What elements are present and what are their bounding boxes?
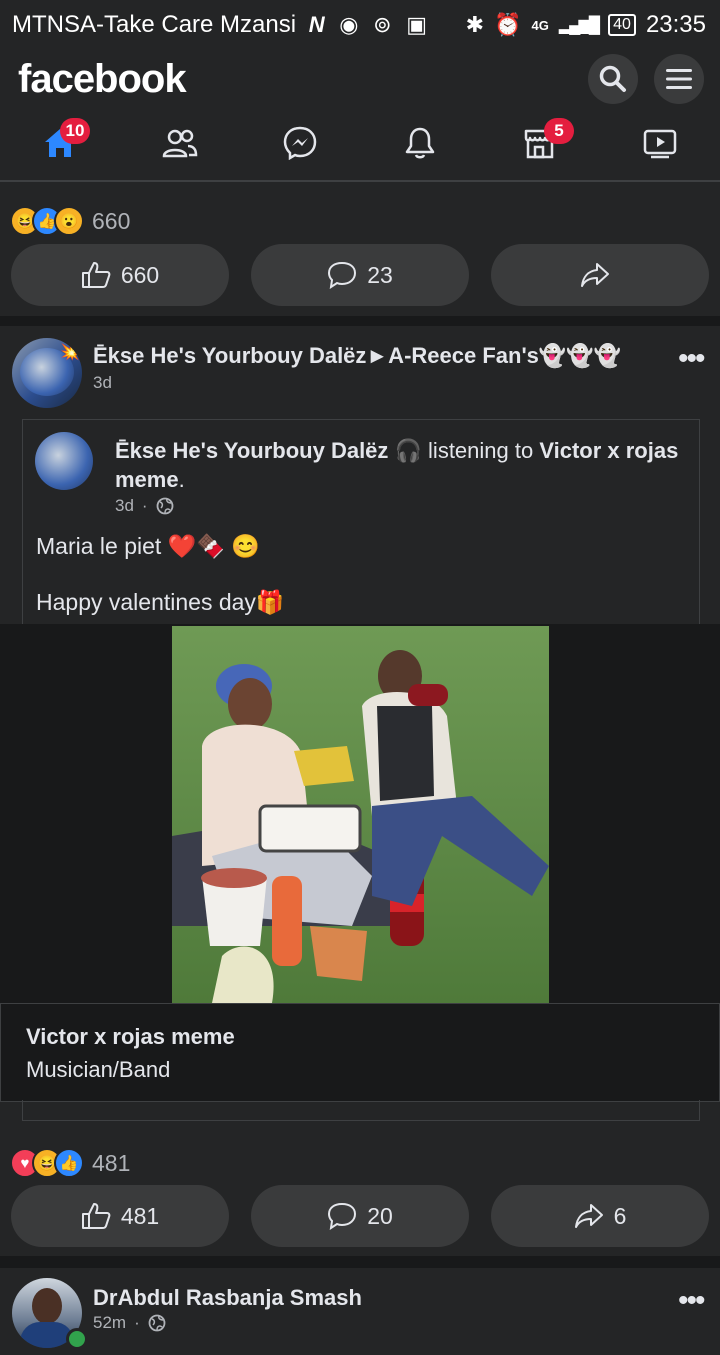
author-avatar[interactable]: 💥: [12, 338, 82, 408]
more-options-icon[interactable]: •••: [678, 342, 705, 376]
tab-marketplace[interactable]: 5: [510, 110, 574, 176]
marketplace-badge: 5: [544, 118, 574, 144]
chrome-icon: ◉: [339, 12, 359, 37]
status-icons: ✱ ⏰ 4G ▂▄▆█ 40 23:35: [466, 11, 706, 39]
shared-author-name[interactable]: Ēkse He's Yourbouy Dalëz: [115, 438, 388, 463]
music-title[interactable]: Victor x rojas meme: [26, 1024, 235, 1050]
like-reaction-icon: 👍: [54, 1148, 84, 1178]
bell-icon: [405, 127, 435, 159]
tab-watch[interactable]: [630, 110, 690, 176]
comment-button[interactable]: 23: [251, 244, 469, 306]
avatar-face: [32, 1288, 62, 1324]
signal-icon: ▂▄▆█: [558, 17, 600, 34]
like-count: 481: [120, 1202, 160, 1229]
music-category: Musician/Band: [26, 1057, 171, 1082]
battery-icon: 40: [608, 14, 636, 36]
comment-icon: [328, 1202, 357, 1230]
reaction-summary[interactable]: ♥ 😆 👍 481: [10, 1148, 130, 1178]
status-carrier: MTNSA-Take Care Mzansi N ◉ ⊚ ▣: [12, 11, 427, 39]
bluetooth-icon: ✱: [465, 12, 485, 37]
post-text-line-1: Maria le piet ❤️🍫 😊: [36, 533, 260, 559]
hotspot-icon: ⊚: [373, 12, 392, 37]
reaction-count: 481: [92, 1149, 131, 1176]
shared-time[interactable]: 3d: [115, 496, 134, 516]
shared-author-avatar[interactable]: [35, 432, 93, 490]
post-meta: 52m ·: [93, 1313, 166, 1333]
battery-level: 40: [613, 16, 631, 33]
like-count: 660: [120, 261, 160, 288]
tab-messenger[interactable]: [270, 110, 330, 176]
shared-meta: 3d ·: [115, 496, 174, 516]
feed-divider: [0, 1256, 720, 1268]
feed-divider: [0, 316, 720, 326]
post-card: DrAbdul Rasbanja Smash 52m · •••: [0, 1268, 720, 1355]
like-button[interactable]: 481: [11, 1185, 229, 1247]
comment-count: 23: [367, 261, 393, 288]
facebook-logo[interactable]: facebook: [18, 57, 187, 102]
more-options-icon[interactable]: •••: [678, 1284, 705, 1318]
tab-notifications[interactable]: [390, 110, 450, 176]
clock: 23:35: [645, 11, 706, 38]
shared-header: Ēkse He's Yourbouy Dalëz 🎧 listening to …: [115, 436, 685, 494]
like-button[interactable]: 660: [11, 244, 229, 306]
share-icon: [574, 1204, 603, 1228]
search-icon: [599, 65, 626, 92]
share-button[interactable]: 6: [491, 1185, 709, 1247]
globe-icon: [148, 1314, 166, 1332]
post-photo[interactable]: [172, 626, 549, 1003]
carrier-label: MTNSA-Take Care Mzansi: [12, 11, 297, 38]
reaction-count: 660: [92, 207, 131, 234]
activity-suffix: .: [178, 467, 185, 492]
author-name[interactable]: Ēkse He's Yourbouy Dalëz►A-Reece Fan's👻👻…: [93, 343, 663, 369]
gallery-icon: ▣: [406, 12, 428, 37]
post-text-line-2: Happy valentines day🎁: [36, 589, 285, 615]
post-card: 😆 👍 😮 660 660 23: [0, 182, 720, 316]
tab-home[interactable]: 10: [30, 110, 90, 176]
menu-icon: [666, 69, 692, 89]
watch-icon: [643, 129, 677, 159]
search-button[interactable]: [588, 54, 638, 104]
share-button[interactable]: [491, 244, 709, 306]
share-icon: [581, 263, 609, 287]
online-status-dot: [66, 1328, 88, 1350]
reaction-summary[interactable]: 😆 👍 😮 660: [10, 206, 130, 236]
sparkle-icon: 💥: [60, 344, 80, 361]
author-name[interactable]: DrAbdul Rasbanja Smash: [93, 1285, 362, 1311]
globe-icon: [156, 497, 173, 515]
alarm-icon: ⏰: [494, 12, 522, 37]
comment-icon: [328, 261, 357, 289]
menu-button[interactable]: [654, 54, 704, 104]
tab-friends[interactable]: [150, 110, 210, 176]
messenger-icon: [283, 126, 317, 160]
friends-icon: [162, 129, 198, 158]
dot-separator: ·: [134, 1313, 140, 1332]
post-time[interactable]: 52m: [93, 1313, 126, 1333]
share-count: 6: [613, 1202, 627, 1229]
activity-text: 🎧 listening to: [388, 438, 540, 463]
comment-count: 20: [367, 1202, 393, 1229]
dot-separator: ·: [141, 496, 148, 515]
nav-bar: 10 5: [0, 110, 720, 182]
network-label: 4G: [531, 17, 549, 33]
shared-post-bottom: [22, 1100, 700, 1121]
like-icon: [81, 262, 111, 288]
music-page-card[interactable]: [0, 1003, 720, 1102]
comment-button[interactable]: 20: [251, 1185, 469, 1247]
wow-reaction-icon: 😮: [54, 206, 84, 236]
netflix-icon: N: [308, 12, 325, 37]
post-card: 💥 Ēkse He's Yourbouy Dalëz►A-Reece Fan's…: [0, 326, 720, 1256]
home-badge: 10: [60, 118, 90, 144]
like-icon: [81, 1203, 111, 1229]
post-time[interactable]: 3d: [93, 373, 112, 393]
